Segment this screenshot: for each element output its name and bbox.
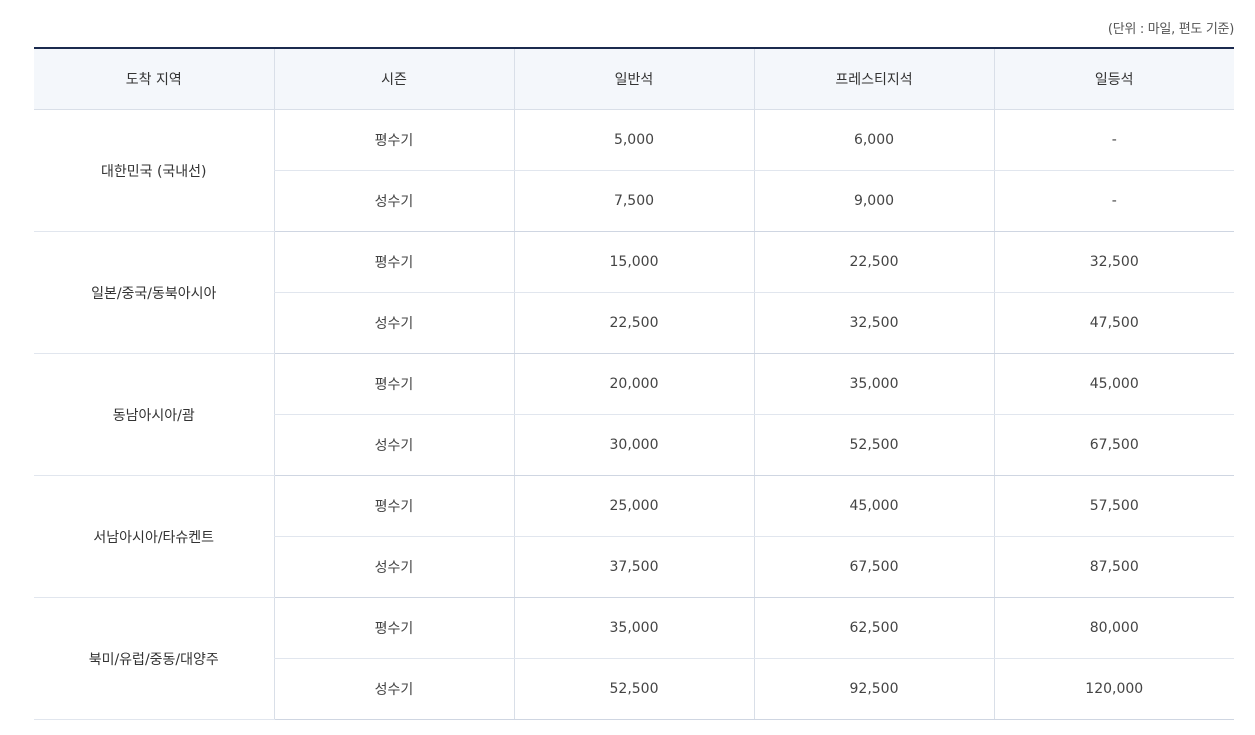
header-season: 시즌	[273, 48, 514, 110]
table-row: 북미/유럽/중동/대양주 평수기 35,000 62,500 80,000	[34, 597, 1234, 720]
prestige-cell: 9,000	[753, 170, 994, 232]
prestige-cell: 52,500	[753, 414, 994, 476]
first-cell: -	[993, 109, 1234, 171]
region-cell: 대한민국 (국내선)	[34, 109, 274, 232]
first-cell: 80,000	[993, 597, 1234, 659]
season-cell: 성수기	[273, 414, 514, 476]
table-header-row: 도착 지역 시즌 일반석 프레스티지석 일등석	[34, 48, 1234, 110]
economy-cell: 35,000	[513, 597, 754, 659]
prestige-cell: 6,000	[753, 109, 994, 171]
economy-cell: 52,500	[513, 658, 754, 720]
table-row: 대한민국 (국내선) 평수기 5,000 6,000 -	[34, 109, 1234, 232]
economy-cell: 20,000	[513, 353, 754, 415]
region-cell: 북미/유럽/중동/대양주	[34, 597, 274, 720]
first-cell: 32,500	[993, 231, 1234, 293]
region-cell: 서남아시아/타슈켄트	[34, 475, 274, 598]
economy-cell: 15,000	[513, 231, 754, 293]
header-first: 일등석	[993, 48, 1234, 110]
season-cell: 평수기	[273, 475, 514, 537]
table-row: 서남아시아/타슈켄트 평수기 25,000 45,000 57,500	[34, 475, 1234, 598]
table-row: 동남아시아/괌 평수기 20,000 35,000 45,000	[34, 353, 1234, 476]
header-region: 도착 지역	[34, 48, 274, 110]
economy-cell: 22,500	[513, 292, 754, 354]
header-economy: 일반석	[513, 48, 754, 110]
first-cell: 87,500	[993, 536, 1234, 598]
first-cell: 47,500	[993, 292, 1234, 354]
unit-note: (단위 : 마일, 편도 기준)	[1107, 22, 1234, 37]
season-cell: 평수기	[273, 231, 514, 293]
season-cell: 성수기	[273, 658, 514, 720]
prestige-cell: 22,500	[753, 231, 994, 293]
prestige-cell: 92,500	[753, 658, 994, 720]
first-cell: -	[993, 170, 1234, 232]
first-cell: 67,500	[993, 414, 1234, 476]
economy-cell: 5,000	[513, 109, 754, 171]
prestige-cell: 67,500	[753, 536, 994, 598]
prestige-cell: 45,000	[753, 475, 994, 537]
season-cell: 평수기	[273, 353, 514, 415]
season-cell: 성수기	[273, 292, 514, 354]
mileage-award-table: 도착 지역 시즌 일반석 프레스티지석 일등석 대한민국 (국내선) 평수기 5…	[34, 47, 1234, 720]
first-cell: 120,000	[993, 658, 1234, 720]
first-cell: 45,000	[993, 353, 1234, 415]
prestige-cell: 32,500	[753, 292, 994, 354]
season-cell: 성수기	[273, 170, 514, 232]
prestige-cell: 62,500	[753, 597, 994, 659]
season-cell: 성수기	[273, 536, 514, 598]
region-cell: 일본/중국/동북아시아	[34, 231, 274, 354]
header-prestige: 프레스티지석	[753, 48, 994, 110]
economy-cell: 7,500	[513, 170, 754, 232]
economy-cell: 30,000	[513, 414, 754, 476]
season-cell: 평수기	[273, 597, 514, 659]
prestige-cell: 35,000	[753, 353, 994, 415]
mileage-table-container: 도착 지역 시즌 일반석 프레스티지석 일등석 대한민국 (국내선) 평수기 5…	[34, 47, 1234, 720]
economy-cell: 25,000	[513, 475, 754, 537]
first-cell: 57,500	[993, 475, 1234, 537]
table-row: 일본/중국/동북아시아 평수기 15,000 22,500 32,500	[34, 231, 1234, 354]
economy-cell: 37,500	[513, 536, 754, 598]
region-cell: 동남아시아/괌	[34, 353, 274, 476]
season-cell: 평수기	[273, 109, 514, 171]
